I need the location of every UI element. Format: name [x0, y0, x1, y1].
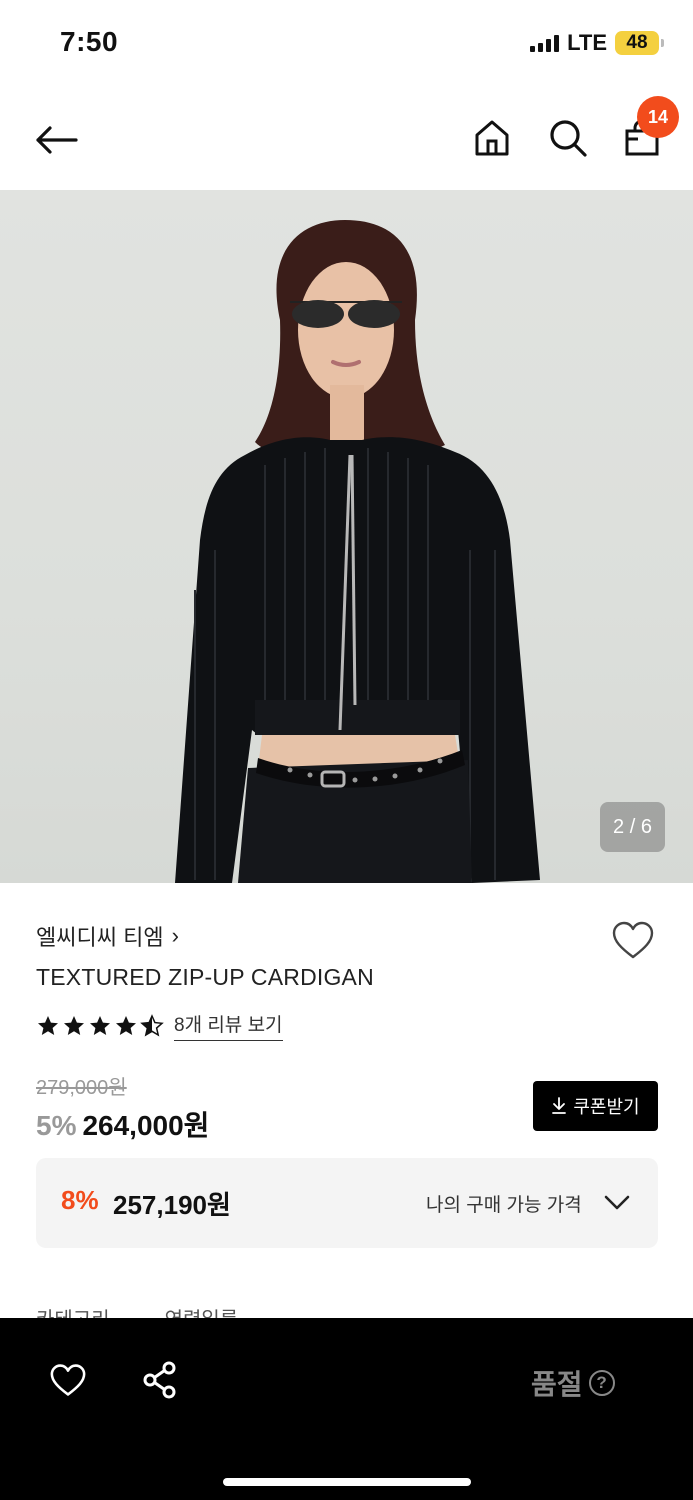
top-nav — [0, 90, 693, 190]
search-icon — [550, 120, 587, 157]
sale-price: 264,000원 — [82, 1110, 210, 1141]
heart-outline-icon — [50, 1364, 86, 1396]
download-icon — [552, 1097, 567, 1114]
signal-icon — [530, 34, 560, 52]
discount-rate: 5% — [36, 1110, 77, 1141]
product-photo — [175, 220, 540, 883]
chevron-down-icon — [602, 1190, 632, 1216]
status-bar: 7:50 LTE 48 — [0, 0, 693, 90]
brand-link[interactable]: 엘씨디씨 티엠 › — [36, 920, 179, 952]
my-price-dropdown[interactable]: 8% 257,190원 나의 구매 가능 가격 — [36, 1158, 658, 1248]
cart-count-badge: 14 — [637, 96, 679, 138]
share-button[interactable] — [138, 1358, 182, 1402]
battery-icon: 48 — [615, 31, 664, 55]
star-half-icon — [140, 1013, 164, 1037]
home-button[interactable] — [466, 110, 518, 166]
product-image[interactable] — [0, 190, 693, 883]
review-link[interactable]: 8개 리뷰 보기 — [174, 1010, 283, 1041]
rating-row: 8개 리뷰 보기 — [36, 1010, 283, 1041]
my-price-value: 257,190원 — [113, 1190, 231, 1220]
share-icon — [143, 1361, 176, 1399]
back-button[interactable] — [28, 112, 84, 168]
product-name: TEXTURED ZIP-UP CARDIGAN — [36, 964, 374, 990]
star-icon — [64, 1015, 84, 1035]
price-row: 5% 264,000원 — [36, 1104, 209, 1144]
image-page-indicator: 2 / 6 — [600, 802, 665, 852]
coupon-download-button[interactable]: 쿠폰받기 — [533, 1081, 658, 1131]
wishlist-button[interactable] — [608, 916, 658, 964]
home-icon — [475, 120, 509, 156]
soldout-label: 품절 — [531, 1369, 583, 1400]
help-icon[interactable]: ? — [588, 1370, 615, 1396]
original-price: 279,000원 — [36, 1077, 127, 1099]
coupon-label: 쿠폰받기 — [573, 1097, 640, 1117]
status-indicators: LTE 48 — [530, 30, 664, 56]
arrow-left-icon — [36, 126, 78, 154]
home-indicator — [223, 1478, 471, 1486]
search-button[interactable] — [542, 110, 594, 166]
chevron-right-icon: › — [171, 923, 179, 948]
bottom-action-bar: 품절 ? — [0, 1318, 693, 1500]
soldout-status: 품절 ? — [531, 1363, 615, 1403]
my-price-rate: 8% — [61, 1185, 99, 1215]
brand-name: 엘씨디씨 티엠 — [36, 925, 164, 950]
like-button[interactable] — [46, 1358, 90, 1402]
star-icon — [116, 1015, 136, 1035]
network-label: LTE — [567, 30, 607, 55]
rating-stars — [36, 1013, 164, 1038]
star-icon — [38, 1015, 58, 1035]
status-time: 7:50 — [60, 26, 119, 57]
battery-level: 48 — [626, 32, 648, 53]
my-price-label: 나의 구매 가능 가격 — [426, 1195, 582, 1216]
heart-outline-icon — [612, 921, 654, 959]
star-icon — [90, 1015, 110, 1035]
